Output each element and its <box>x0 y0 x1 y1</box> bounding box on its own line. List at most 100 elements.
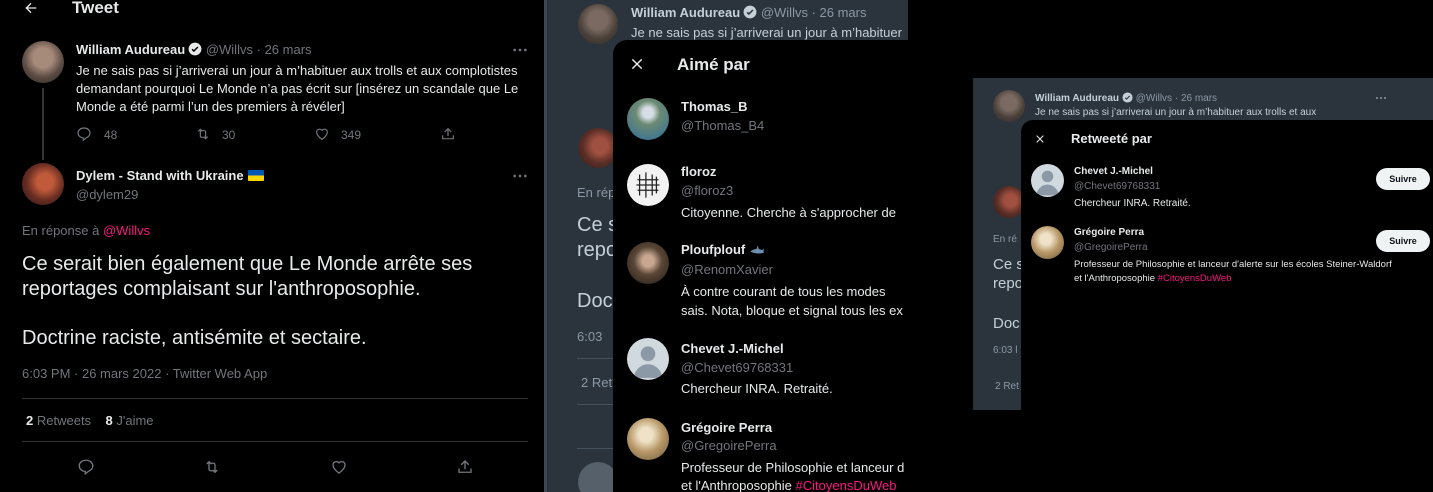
avatar[interactable] <box>1031 226 1064 259</box>
user-handle[interactable]: @GregoirePerra <box>681 438 777 453</box>
liked-by-screenshot: William Audureau @Willvs · 26 mars Je ne… <box>544 0 908 492</box>
bg-text: Ce s <box>993 256 1024 273</box>
back-arrow-icon[interactable] <box>22 0 40 16</box>
close-icon[interactable] <box>630 57 644 71</box>
thread-line <box>42 88 44 160</box>
author-handle[interactable]: @dylem29 <box>76 187 138 202</box>
bg-tweet-text: Je ne sais pas si j’arriverai un jour à … <box>631 25 902 40</box>
avatar <box>578 128 618 168</box>
retweeted-by-screenshot: William Audureau @Willvs · 26 mars Je ne… <box>973 78 1433 410</box>
avatar[interactable] <box>627 418 669 460</box>
reply-icon[interactable] <box>76 126 92 142</box>
more-options-icon[interactable] <box>512 171 528 181</box>
tweet-text: Ce serait bien également que Le Monde ar… <box>22 253 473 300</box>
user-bio: Professeur de Philosophie et lanceur d'a… <box>1074 259 1392 270</box>
more-options-icon[interactable] <box>512 45 528 55</box>
user-name[interactable]: floroz <box>681 164 716 179</box>
verified-badge-icon <box>743 5 757 19</box>
avatar <box>993 90 1025 122</box>
bg-stats: 2 Ret <box>581 375 613 390</box>
verified-badge-icon <box>188 42 202 56</box>
reply-count: 48 <box>104 128 118 142</box>
shark-emoji-icon <box>749 244 765 255</box>
bg-tweet-date: 26 mars <box>819 5 867 20</box>
avatar[interactable] <box>627 242 669 284</box>
like-icon[interactable] <box>330 458 348 476</box>
avatar <box>578 4 618 44</box>
retweet-icon[interactable] <box>194 126 212 142</box>
bg-author-name: William Audureau <box>631 5 741 20</box>
retweets-count: 2 <box>26 413 34 428</box>
user-name-row: Ploufplouf <box>681 242 765 257</box>
user-name[interactable]: Ploufplouf <box>681 242 745 257</box>
user-handle[interactable]: @Chevet69768331 <box>681 360 793 375</box>
modal-title: Retweeté par <box>1071 131 1152 146</box>
user-bio-line: et l'Anthroposophie #CitoyensDuWeb <box>681 478 908 492</box>
follow-button[interactable]: Suivre <box>1376 230 1430 252</box>
avatar[interactable] <box>627 164 669 206</box>
bg-text: Ce s <box>577 214 619 236</box>
like-icon[interactable] <box>314 126 330 142</box>
bg-reply-prefix: En rép <box>577 185 616 200</box>
bg-stats: 2 Ret <box>995 381 1019 392</box>
hashtag-link[interactable]: #CitoyensDuWeb <box>796 478 897 492</box>
page-title: Tweet <box>72 0 119 17</box>
user-bio: et l'Anthroposophie <box>1074 273 1156 284</box>
user-name[interactable]: Grégoire Perra <box>681 420 772 435</box>
user-bio-line: et l'Anthroposophie #CitoyensDuWeb <box>1074 273 1231 284</box>
user-handle[interactable]: @floroz3 <box>681 183 733 198</box>
author-name[interactable]: Dylem - Stand with Ukraine <box>76 168 244 183</box>
user-bio: Citoyenne. Cherche à s'approcher de <box>681 205 896 220</box>
modal-backdrop-border <box>544 0 547 492</box>
user-name[interactable]: Chevet J.-Michel <box>681 341 784 356</box>
likes-count: 8 <box>105 413 113 428</box>
liked-by-modal: Aimé par Thomas_B @Thomas_B4 floroz @flo… <box>613 40 908 492</box>
avatar[interactable] <box>1031 164 1064 197</box>
likes-link[interactable]: 8 J'aime <box>106 413 154 428</box>
user-bio: À contre courant de tous les modes <box>681 284 886 299</box>
user-name[interactable]: Chevet J.-Michel <box>1074 166 1153 177</box>
mention-link[interactable]: @Willvs <box>103 223 150 238</box>
avatar[interactable] <box>22 41 64 83</box>
ukraine-flag-icon <box>247 170 264 181</box>
user-handle[interactable]: @Thomas_B4 <box>681 118 764 133</box>
avatar[interactable] <box>627 338 669 380</box>
likes-label: J'aime <box>116 413 154 428</box>
reply-icon[interactable] <box>77 458 95 476</box>
user-bio: et l'Anthroposophie <box>681 478 792 492</box>
author-handle[interactable]: @Willvs <box>206 42 253 57</box>
close-icon[interactable] <box>1035 134 1045 144</box>
bg-tweet-header: William Audureau @Willvs · 26 mars <box>1035 92 1218 104</box>
bg-text: repo <box>993 275 1024 292</box>
tweet-date[interactable]: 26 mars <box>265 42 312 57</box>
bg-text: Doc <box>577 290 613 312</box>
retweets-link[interactable]: 2 Retweets <box>26 413 91 428</box>
bg-author-handle: @Willvs <box>760 5 808 20</box>
user-name[interactable]: Grégoire Perra <box>1074 227 1144 238</box>
user-handle[interactable]: @RenomXavier <box>681 262 773 277</box>
verified-badge-icon <box>1122 92 1133 103</box>
user-bio: Chercheur INRA. Retraité. <box>1074 198 1191 209</box>
engagement-stats: 2 Retweets 8 J'aime <box>26 413 154 428</box>
hashtag-link[interactable]: #CitoyensDuWeb <box>1158 273 1232 284</box>
retweets-label: Retweets <box>36 413 92 428</box>
user-handle[interactable]: @GregoirePerra <box>1074 242 1148 253</box>
bg-author-name: William Audureau <box>1035 93 1119 104</box>
user-handle[interactable]: @Chevet69768331 <box>1074 181 1160 192</box>
share-icon[interactable] <box>440 126 456 142</box>
share-icon[interactable] <box>456 458 474 476</box>
parent-tweet-header: William Audureau @Willvs · 26 mars <box>76 42 312 57</box>
bg-tweet-text: Je ne sais pas si j’arriverai un jour à … <box>1035 107 1317 118</box>
avatar[interactable] <box>22 163 64 205</box>
parent-tweet-text: Je ne sais pas si j’arriverai un jour à … <box>76 63 519 114</box>
user-name[interactable]: Thomas_B <box>681 99 747 114</box>
avatar[interactable] <box>627 98 669 140</box>
retweet-icon[interactable] <box>202 458 222 476</box>
reply-author: Dylem - Stand with Ukraine <box>76 168 264 183</box>
author-name[interactable]: William Audureau <box>76 42 185 57</box>
user-bio: sais. Nota, bloque et signal tous les ex <box>681 303 903 318</box>
bg-reply-prefix: En ré <box>993 234 1017 245</box>
modal-title: Aimé par <box>677 55 750 74</box>
more-options-icon <box>1375 95 1387 101</box>
follow-button[interactable]: Suivre <box>1376 168 1430 190</box>
